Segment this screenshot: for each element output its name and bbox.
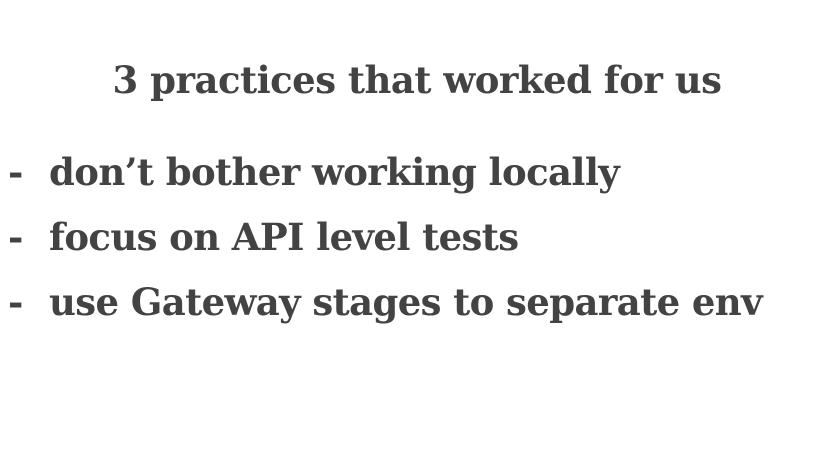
bullet-text: use Gateway stages to separate env <box>49 280 763 324</box>
bullet-dash: - <box>8 280 24 324</box>
slide: 3 practices that worked for us - don’t b… <box>0 0 834 468</box>
bullet-dash: - <box>8 215 24 259</box>
bullet-text: focus on API level tests <box>49 215 519 259</box>
bullet-text: don’t bother working locally <box>49 150 620 194</box>
bullet-dash: - <box>8 150 24 194</box>
slide-title: 3 practices that worked for us <box>112 58 722 102</box>
